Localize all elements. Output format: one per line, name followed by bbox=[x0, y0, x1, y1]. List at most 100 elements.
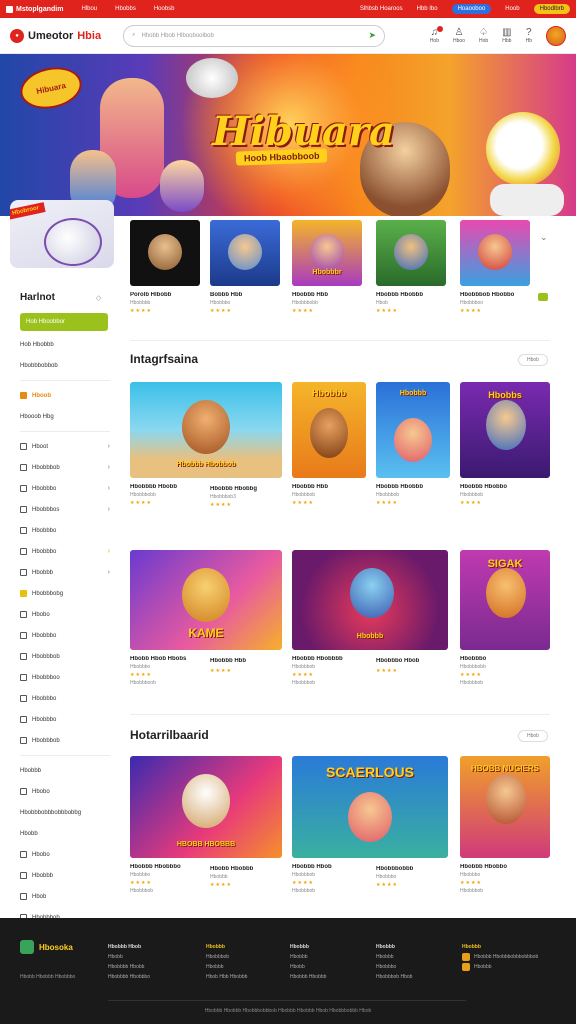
footer-app-link[interactable]: Hbobbb bbox=[462, 962, 538, 972]
footer-copyright: Hbobbb Hbobbb Hbobbbobbbob Hbobbb Hbobbb… bbox=[204, 1008, 372, 1014]
sidebar-item-i[interactable]: Hbobbbobbbobbbobbg bbox=[20, 802, 110, 823]
sidebar-item-store[interactable]: Hbobbbo › bbox=[20, 541, 110, 562]
list-icon bbox=[20, 737, 27, 744]
gear-icon bbox=[20, 569, 27, 576]
top-utility-bar: Mstoplgandim Hlbou Hbobbs Hoobsb Slhbsb … bbox=[0, 0, 576, 18]
footer-link[interactable]: Hbobb bbox=[108, 952, 150, 962]
footer-link[interactable]: Hbobbbb Hbobbbo bbox=[108, 972, 150, 982]
sidebar-item-active[interactable]: Hob Hboobbor bbox=[20, 313, 108, 331]
top-brand[interactable]: Mstoplgandim bbox=[6, 5, 63, 13]
mascot-image bbox=[44, 218, 102, 266]
game-card-text[interactable]: Hbobbb Hbobbg Hbobbbob3 ★★★★ bbox=[210, 480, 280, 508]
brand-mark-icon bbox=[6, 5, 13, 13]
sidebar-item-k[interactable]: Hbobo bbox=[20, 844, 110, 865]
sidebar-item-j[interactable]: Hbobb bbox=[20, 823, 110, 844]
footer-link[interactable]: Hbobbb bbox=[290, 952, 326, 962]
sidebar-group-head-3[interactable]: Hbobbb bbox=[20, 760, 110, 781]
sidebar-item-settings[interactable]: Hbobbb › bbox=[20, 562, 110, 583]
game-card[interactable]: Hbobbbob Hbobbo Hbobbboo ★★★★ bbox=[460, 220, 530, 314]
sidebar-group-head-2[interactable]: Hbobbbobg bbox=[20, 583, 110, 604]
login-pill-button[interactable]: Hbodlbrb bbox=[533, 4, 570, 14]
sidebar-item-home[interactable]: Hboot › bbox=[20, 436, 110, 457]
footer-app-link[interactable]: Hbobbb Hbobbbobbbobbbob bbox=[462, 952, 538, 962]
game-card-text[interactable]: Hbobbb Hbb ★★★★ bbox=[210, 652, 280, 674]
sidebar-item-1[interactable]: Hob Hbobbb bbox=[20, 334, 110, 355]
footer-link[interactable]: Hbobbbob Hbob bbox=[376, 972, 412, 982]
footer-link[interactable]: Hbobbbob bbox=[206, 952, 247, 962]
footer-link[interactable]: Hbobbb bbox=[206, 962, 247, 972]
sidebar-item-highlight[interactable]: Hboob bbox=[20, 385, 110, 406]
footer-link[interactable]: Hbobbbo bbox=[376, 962, 412, 972]
top-link-3[interactable]: Hoobsb bbox=[154, 6, 175, 12]
footer-logo[interactable]: Hbosoka bbox=[20, 940, 73, 954]
grid-icon bbox=[20, 506, 27, 513]
search-input[interactable]: Hhobb Hbob Hlbooboolbob bbox=[141, 33, 213, 39]
sidebar-item-f[interactable]: Hbobbbo bbox=[20, 709, 110, 730]
top-right-link-2[interactable]: Hbb Ibo bbox=[417, 6, 438, 12]
notifications-icon[interactable]: ♫ Hob bbox=[430, 25, 443, 44]
sidebar-item-news[interactable]: Hbobbbo bbox=[20, 520, 110, 541]
footer-link[interactable]: Hbobbbb Hbobb bbox=[108, 962, 150, 972]
sidebar-item-l[interactable]: Hbobbb bbox=[20, 865, 110, 886]
user-icon bbox=[20, 893, 27, 900]
search-go-icon[interactable]: ➤ bbox=[369, 30, 377, 41]
sidebar-item-g[interactable]: Hbobbbob bbox=[20, 730, 110, 751]
user-avatar[interactable] bbox=[546, 25, 566, 46]
game-card[interactable]: HBOBB NUGIERS Hbobbb Hbobbo Hbobbbo ★★★★ Hb… bbox=[460, 756, 550, 894]
game-thumbnail bbox=[460, 220, 530, 286]
hero-speech-bubble: Hibuara bbox=[16, 61, 86, 115]
sidebar-item-d[interactable]: Hbobbboo bbox=[20, 667, 110, 688]
footer-column-4: Hbobbb Hbobbb Hbobbbo Hbobbbob Hbob bbox=[376, 944, 413, 982]
sidebar-item-games[interactable]: Hbobbbo › bbox=[20, 478, 110, 499]
sidebar-item-e[interactable]: Hbobbbo bbox=[20, 688, 110, 709]
sidebar-divider bbox=[20, 755, 110, 756]
help-icon[interactable]: ? Hb bbox=[526, 27, 532, 44]
carousel-next-icon[interactable]: ⌄ bbox=[540, 232, 548, 243]
top-right-link-1[interactable]: Slhbsb Hoaroos bbox=[360, 6, 403, 12]
game-card[interactable]: Hbobbb Hbobbb Hbobbb Hbobbbob ★★★★ bbox=[376, 382, 450, 506]
game-card-text[interactable]: Hbobb Hbobbb Hbobbb ★★★★ bbox=[210, 860, 280, 888]
footer-link[interactable]: Hbobb bbox=[290, 962, 326, 972]
view-all-button[interactable]: Hbob bbox=[518, 354, 548, 366]
bell-icon[interactable]: ♤ Hob bbox=[479, 27, 488, 44]
game-card[interactable]: Hbobbb Hbobbb Hbob ★★★★ bbox=[376, 220, 446, 314]
game-card[interactable]: Hbobbs Hbobbb Hbobbo Hbobbbob ★★★★ bbox=[460, 382, 550, 506]
footer-link[interactable]: Hbobbb Hbobbb bbox=[290, 972, 326, 982]
top-right-link-3[interactable]: Hoob bbox=[505, 6, 519, 12]
view-all-button[interactable]: Hbob bbox=[518, 730, 548, 742]
game-card-text[interactable]: Hbobbbo Hbob ★★★★ bbox=[376, 652, 446, 674]
sidebar-item-c[interactable]: Hbobbbob bbox=[20, 646, 110, 667]
game-card[interactable]: Bobbb Hbb Hbobbbo ★★★★ bbox=[210, 220, 280, 314]
sidebar-item-h[interactable]: Hbobo bbox=[20, 781, 110, 802]
search-bar[interactable]: ⌕ Hhobb Hbob Hlbooboolbob ➤ bbox=[123, 24, 386, 47]
footer-link[interactable]: Hbobbb bbox=[376, 952, 412, 962]
game-card[interactable]: Porolb Hlbobb Hbobbbb ★★★★ bbox=[130, 220, 200, 314]
list-icon bbox=[20, 611, 27, 618]
list-icon bbox=[20, 872, 27, 879]
hero-character-pet bbox=[160, 160, 204, 212]
footer-link[interactable]: Hbob Hbb Hbobbb bbox=[206, 972, 247, 982]
library-icon[interactable]: ▥ Hbb bbox=[502, 27, 511, 44]
hero-banner[interactable]: Hibuara Hibuara Hoob Hbaobboob bbox=[0, 54, 576, 216]
list-icon bbox=[20, 851, 27, 858]
cart-icon[interactable]: ♙ Hboo bbox=[453, 27, 465, 44]
game-card[interactable]: Hbobbb Hbobbb Hbb Hbobbbob ★★★★ bbox=[292, 382, 366, 506]
game-card[interactable]: Hbobbbr Hbobbb Hbb Hbobbbobb ★★★★ bbox=[292, 220, 362, 314]
site-logo[interactable]: ● Umeotor Hbia bbox=[10, 28, 101, 43]
sidebar-item-a[interactable]: Hbobo bbox=[20, 604, 110, 625]
sidebar-item-m[interactable]: Hbob bbox=[20, 886, 110, 907]
top-link-1[interactable]: Hlbou bbox=[81, 6, 97, 12]
sidebar-group-head[interactable]: Hbooob Hbg bbox=[20, 406, 110, 427]
promo-mascot-card[interactable]: Hbobroor bbox=[10, 200, 114, 268]
sidebar-toggle-icon[interactable]: ◇ bbox=[96, 294, 101, 302]
hero-gamepad bbox=[490, 184, 564, 216]
sidebar-item-apps[interactable]: Hbobbbos › bbox=[20, 499, 110, 520]
hero-character-ghost bbox=[186, 58, 238, 98]
game-card-text[interactable]: Hbobbbobbb Hbobbbo ★★★★ bbox=[376, 860, 446, 888]
signup-pill-button[interactable]: Hoaooboo bbox=[451, 4, 492, 14]
sidebar-item-b[interactable]: Hbobbbo bbox=[20, 625, 110, 646]
game-card[interactable]: SIGAK Hbobbbo Hbobbbobb ★★★★ Hbobbbob bbox=[460, 550, 550, 686]
sidebar-item-users[interactable]: Hbobbbob › bbox=[20, 457, 110, 478]
sidebar-item-2[interactable]: Hbobbbobbob bbox=[20, 355, 110, 376]
top-link-2[interactable]: Hbobbs bbox=[115, 6, 136, 12]
